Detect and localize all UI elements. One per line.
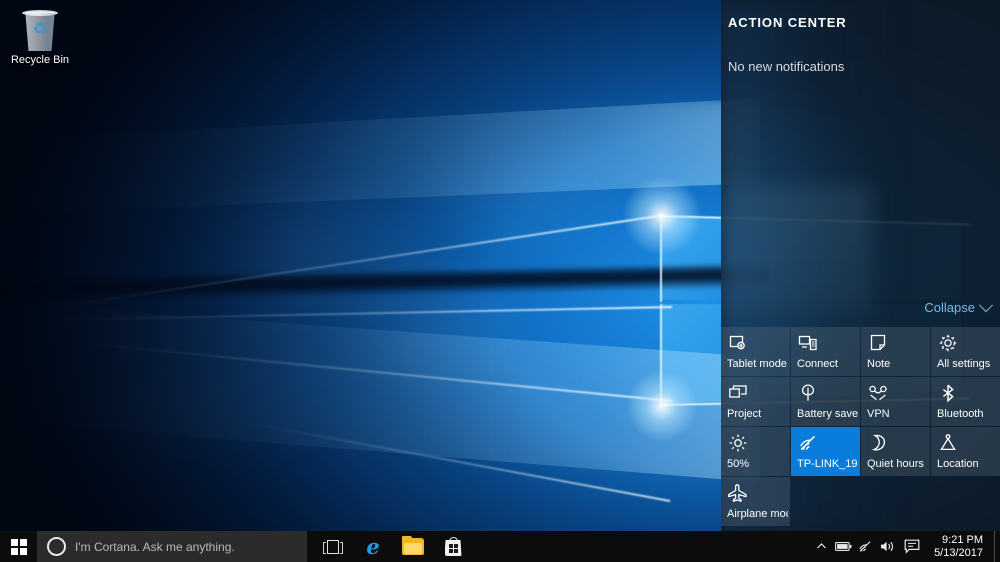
tablet-mode-icon	[728, 333, 748, 353]
location-icon	[938, 433, 958, 453]
quick-action-location[interactable]: Location	[931, 427, 1000, 476]
quick-action-label: Project	[727, 408, 762, 420]
taskbar-file-explorer-button[interactable]	[393, 531, 433, 562]
wifi-icon[interactable]	[854, 531, 876, 562]
quick-action-project[interactable]: Project	[721, 377, 790, 426]
quick-action-vpn[interactable]: VPN	[861, 377, 930, 426]
moon-icon	[868, 433, 888, 453]
quick-action-wifi[interactable]: TP-LINK_199C	[791, 427, 860, 476]
brightness-icon	[728, 433, 748, 453]
vpn-icon	[868, 383, 888, 403]
action-center-title: ACTION CENTER	[728, 15, 847, 30]
connect-icon	[798, 333, 818, 353]
quick-action-label: Note	[867, 358, 891, 370]
quick-action-label: Battery saver	[797, 408, 858, 420]
windows-desktop-screen: ♻ Recycle Bin ACTION CENTER No new notif…	[0, 0, 1000, 562]
taskbar-apps: e	[313, 531, 473, 562]
airplane-icon	[728, 483, 748, 503]
quick-action-brightness[interactable]: 50%	[721, 427, 790, 476]
clock-time: 9:21 PM	[942, 533, 983, 546]
quick-action-label: Tablet mode	[727, 358, 787, 370]
recycle-bin-icon: ♻	[16, 8, 64, 52]
action-center-icon[interactable]	[898, 531, 926, 562]
quick-action-airplane-mode[interactable]: Airplane mode	[721, 477, 790, 526]
desktop-icon-recycle-bin[interactable]: ♻ Recycle Bin	[4, 4, 76, 67]
clock[interactable]: 9:21 PM 5/13/2017	[926, 534, 994, 560]
store-icon	[444, 537, 462, 556]
quick-action-tablet-mode[interactable]: Tablet mode	[721, 327, 790, 376]
quick-action-label: Airplane mode	[727, 508, 788, 520]
clock-date: 5/13/2017	[934, 546, 983, 559]
chevron-down-icon	[978, 297, 994, 312]
collapse-row: Collapse	[721, 297, 1000, 323]
collapse-button[interactable]: Collapse	[924, 297, 994, 315]
cortana-circle-icon	[47, 537, 66, 556]
search-placeholder: I'm Cortana. Ask me anything.	[75, 539, 235, 554]
no-notifications-text: No new notifications	[728, 59, 845, 74]
battery-saver-icon	[798, 383, 818, 403]
search-input[interactable]: I'm Cortana. Ask me anything.	[37, 531, 307, 562]
battery-icon[interactable]	[832, 531, 854, 562]
bluetooth-icon	[938, 383, 958, 403]
quick-action-label: Location	[937, 458, 979, 470]
taskbar-task-view-button[interactable]	[313, 531, 353, 562]
quick-action-all-settings[interactable]: All settings	[931, 327, 1000, 376]
quick-action-battery-saver[interactable]: Battery saver	[791, 377, 860, 426]
wifi-icon	[798, 433, 818, 453]
folder-icon	[402, 536, 424, 555]
task-view-icon	[323, 539, 343, 554]
taskbar-edge-button[interactable]: e	[353, 531, 393, 562]
system-tray: 9:21 PM 5/13/2017	[810, 531, 1000, 562]
show-desktop-button[interactable]	[994, 531, 1000, 562]
collapse-label: Collapse	[924, 300, 975, 315]
quick-action-label: VPN	[867, 408, 890, 420]
quick-action-label: All settings	[937, 358, 991, 370]
gear-icon	[938, 333, 958, 353]
quick-action-note[interactable]: Note	[861, 327, 930, 376]
note-icon	[868, 333, 888, 353]
chevron-up-icon[interactable]	[810, 531, 832, 562]
quick-action-label: Connect	[797, 358, 838, 370]
quick-action-label: Quiet hours	[867, 458, 924, 470]
recycle-symbol-icon: ♻	[32, 21, 48, 38]
speaker-icon[interactable]	[876, 531, 898, 562]
taskbar: I'm Cortana. Ask me anything. e 9:21 PM …	[0, 531, 1000, 562]
quick-action-connect[interactable]: Connect	[791, 327, 860, 376]
project-icon	[728, 383, 748, 403]
taskbar-microsoft-store-button[interactable]	[433, 531, 473, 562]
recycle-bin-label: Recycle Bin	[10, 54, 70, 66]
edge-icon: e	[366, 534, 380, 559]
quick-action-label: Bluetooth	[937, 408, 984, 420]
start-button[interactable]	[0, 531, 37, 562]
quick-actions-grid: Tablet mode Connect Note All settings Pr…	[721, 327, 1000, 526]
quick-action-label: 50%	[727, 458, 750, 470]
quick-action-quiet-hours[interactable]: Quiet hours	[861, 427, 930, 476]
quick-action-bluetooth[interactable]: Bluetooth	[931, 377, 1000, 426]
windows-start-icon	[10, 538, 27, 555]
action-center-panel: ACTION CENTER No new notifications Colla…	[721, 0, 1000, 531]
quick-action-label: TP-LINK_199C	[797, 458, 858, 470]
